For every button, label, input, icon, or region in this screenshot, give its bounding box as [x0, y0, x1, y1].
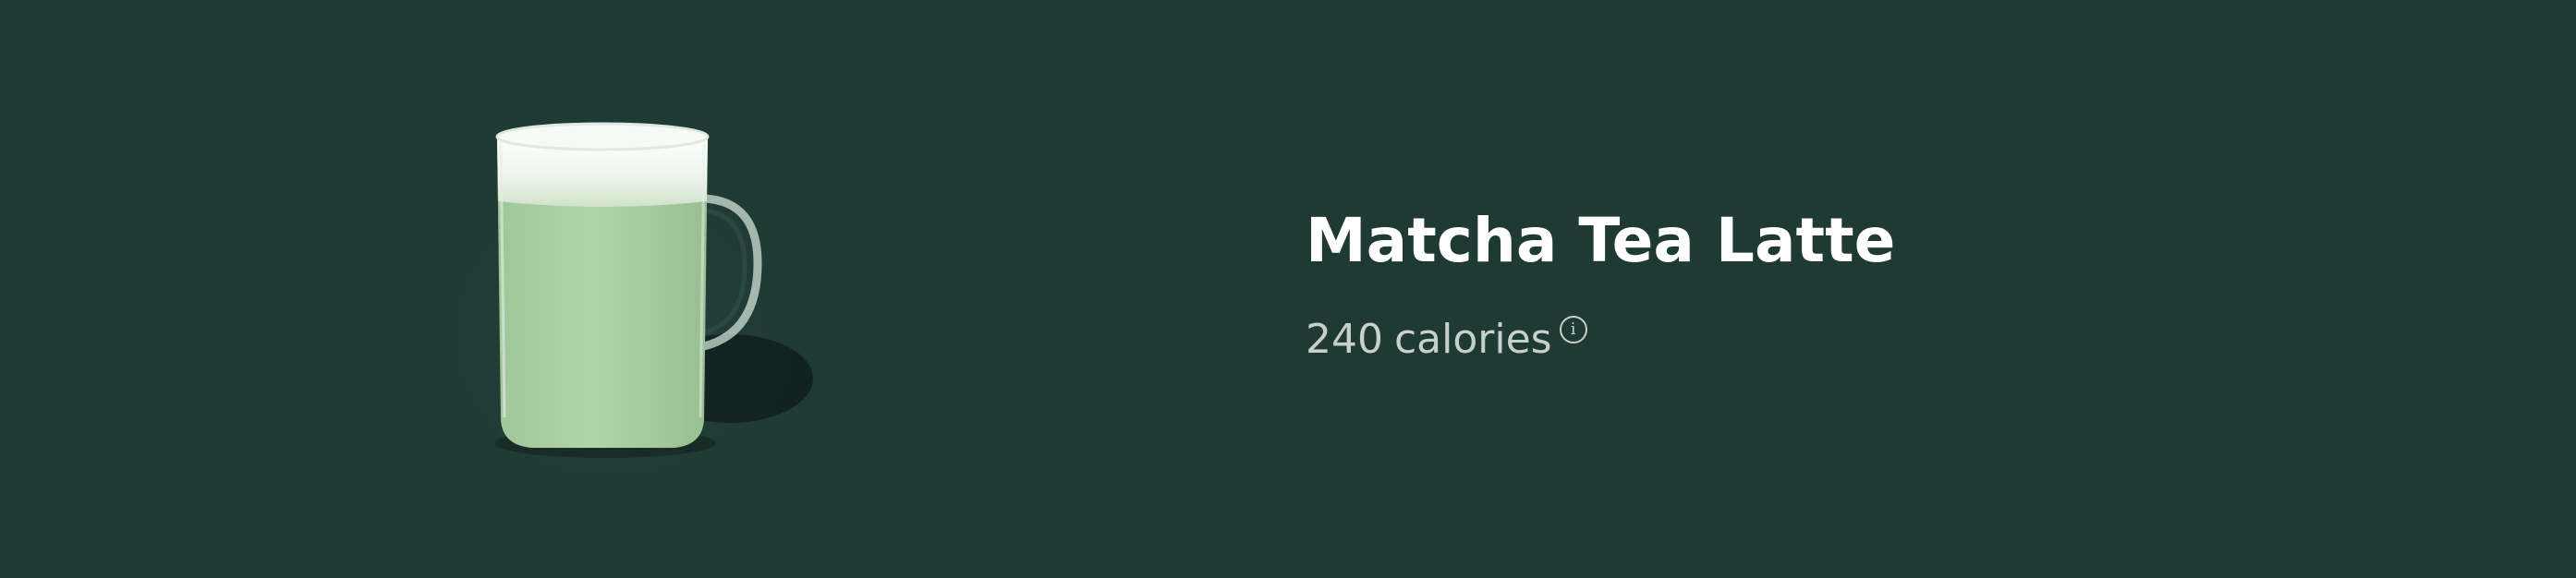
calorie-unit: calories [1393, 316, 1552, 363]
product-hero: Matcha Tea Latte 240 calories i [0, 0, 2576, 578]
product-image [333, 83, 850, 508]
calorie-amount: 240 [1306, 316, 1383, 363]
calorie-info-icon[interactable]: i [1559, 316, 1587, 343]
product-info: Matcha Tea Latte 240 calories i [1306, 201, 2414, 366]
glass-mug-icon [379, 102, 841, 508]
product-name: Matcha Tea Latte [1306, 205, 1896, 276]
calorie-info: 240 calories i [1306, 314, 2414, 366]
